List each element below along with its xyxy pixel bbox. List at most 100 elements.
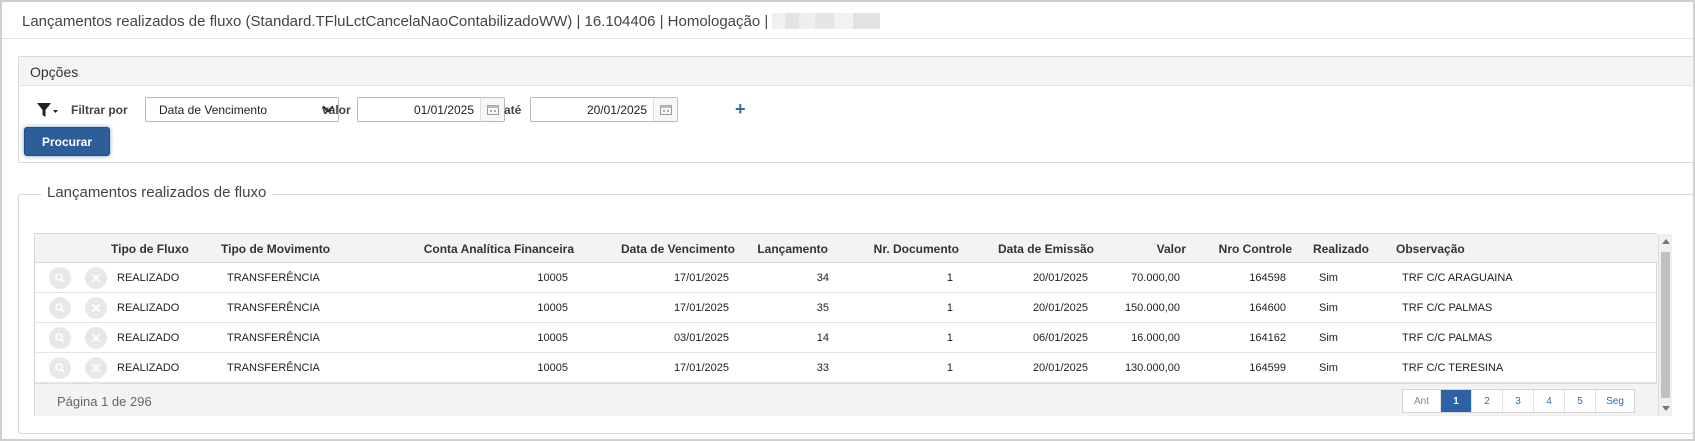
col-header-data-vencimento[interactable]: Data de Vencimento (621, 242, 735, 256)
filter-field-select[interactable]: Data de Vencimento (145, 97, 339, 122)
cancel-x-icon[interactable] (85, 267, 107, 289)
options-panel-header: Opções (19, 57, 1693, 86)
cell-valor: 16.000,00 (1131, 332, 1180, 344)
cell-lancamento: 14 (816, 332, 829, 344)
cell-nro-controle: 164162 (1249, 332, 1286, 344)
col-header-nr-documento[interactable]: Nr. Documento (874, 242, 959, 256)
cell-data-emissao: 20/01/2025 (1032, 302, 1088, 314)
col-header-data-emissao[interactable]: Data de Emissão (998, 242, 1094, 256)
col-header-observacao[interactable]: Observação (1396, 242, 1465, 256)
cell-valor: 150.000,00 (1124, 302, 1180, 314)
col-header-conta-analitica[interactable]: Conta Analítica Financeira (424, 242, 574, 256)
cell-valor: 70.000,00 (1131, 272, 1180, 284)
pager-page-4[interactable]: 4 (1534, 390, 1565, 412)
cell-data-vencimento: 03/01/2025 (673, 332, 729, 344)
cell-realizado: Sim (1319, 332, 1338, 344)
cell-tipo-fluxo: REALIZADO (117, 302, 180, 314)
cell-nr-documento: 1 (946, 302, 953, 314)
pager-page-5[interactable]: 5 (1565, 390, 1596, 412)
results-grid: Tipo de Fluxo Tipo de Movimento Conta An… (34, 233, 1672, 416)
table-row[interactable]: REALIZADO TRANSFERÊNCIA 10005 17/01/2025… (35, 353, 1658, 383)
cell-lancamento: 35 (816, 302, 829, 314)
cell-nr-documento: 1 (946, 332, 953, 344)
redacted-environment-user (772, 13, 881, 29)
cell-realizado: Sim (1319, 302, 1338, 314)
scroll-down-arrow-icon[interactable] (1662, 406, 1670, 411)
grid-vertical-scrollbar[interactable] (1658, 234, 1672, 416)
results-fieldset: Lançamentos realizados de fluxo Tipo de … (18, 184, 1694, 434)
page-info: Página 1 de 296 (57, 394, 152, 409)
cell-nro-controle: 164600 (1249, 302, 1286, 314)
cell-tipo-movimento: TRANSFERÊNCIA (227, 272, 320, 284)
cell-nro-controle: 164598 (1249, 272, 1286, 284)
cell-tipo-fluxo: REALIZADO (117, 332, 180, 344)
date-to-input[interactable]: 20/01/2025 (530, 97, 678, 122)
cell-data-emissao: 06/01/2025 (1032, 332, 1088, 344)
pager-page-1[interactable]: 1 (1441, 390, 1472, 412)
view-magnifier-icon[interactable] (49, 327, 71, 349)
cell-conta-analitica: 10005 (537, 272, 568, 284)
cell-data-vencimento: 17/01/2025 (673, 272, 729, 284)
filter-by-label: Filtrar por (71, 103, 128, 117)
cell-data-emissao: 20/01/2025 (1032, 362, 1088, 374)
col-header-lancamento[interactable]: Lançamento (757, 242, 828, 256)
col-header-tipo-movimento[interactable]: Tipo de Movimento (221, 242, 330, 256)
cell-observacao: TRF C/C PALMAS (1402, 332, 1493, 344)
cell-tipo-fluxo: REALIZADO (117, 272, 180, 284)
cell-data-emissao: 20/01/2025 (1032, 272, 1088, 284)
table-row[interactable]: REALIZADO TRANSFERÊNCIA 10005 17/01/2025… (35, 263, 1658, 293)
view-magnifier-icon[interactable] (49, 267, 71, 289)
value-label: valor (322, 103, 351, 117)
cancel-x-icon[interactable] (85, 327, 107, 349)
calendar-icon[interactable] (480, 98, 504, 121)
cell-observacao: TRF C/C ARAGUAINA (1402, 272, 1513, 284)
calendar-icon[interactable] (653, 98, 677, 121)
cell-tipo-movimento: TRANSFERÊNCIA (227, 302, 320, 314)
cell-valor: 130.000,00 (1124, 362, 1180, 374)
options-panel: Opções Filtrar por Data de Vencimento va… (18, 56, 1694, 163)
cancel-x-icon[interactable] (85, 357, 107, 379)
scroll-up-arrow-icon[interactable] (1662, 239, 1670, 244)
results-legend: Lançamentos realizados de fluxo (41, 184, 273, 201)
date-from-value: 01/01/2025 (413, 103, 474, 117)
cell-nro-controle: 164599 (1249, 362, 1286, 374)
pager-next-button[interactable]: Seg (1596, 390, 1634, 412)
cell-lancamento: 34 (816, 272, 829, 284)
cancel-x-icon[interactable] (85, 297, 107, 319)
filter-funnel-icon[interactable] (36, 101, 60, 121)
cell-data-vencimento: 17/01/2025 (673, 362, 729, 374)
col-header-valor[interactable]: Valor (1157, 242, 1186, 256)
col-header-nro-controle[interactable]: Nro Controle (1219, 242, 1292, 256)
cell-lancamento: 33 (816, 362, 829, 374)
col-header-realizado[interactable]: Realizado (1313, 242, 1369, 256)
col-header-tipo-fluxo[interactable]: Tipo de Fluxo (111, 242, 189, 256)
table-row[interactable]: REALIZADO TRANSFERÊNCIA 10005 03/01/2025… (35, 323, 1658, 353)
cell-data-vencimento: 17/01/2025 (673, 302, 729, 314)
filter-field-selected-value: Data de Vencimento (159, 103, 268, 117)
table-row[interactable]: REALIZADO TRANSFERÊNCIA 10005 17/01/2025… (35, 293, 1658, 323)
grid-rows: REALIZADO TRANSFERÊNCIA 10005 17/01/2025… (35, 263, 1658, 383)
until-label: até (504, 103, 522, 117)
cell-conta-analitica: 10005 (537, 362, 568, 374)
view-magnifier-icon[interactable] (49, 357, 71, 379)
cell-realizado: Sim (1319, 362, 1338, 374)
pager-page-2[interactable]: 2 (1472, 390, 1503, 412)
filter-row: Filtrar por Data de Vencimento valor 01/… (19, 97, 1693, 123)
cell-nr-documento: 1 (946, 272, 953, 284)
pager-prev-button[interactable]: Ant (1403, 390, 1441, 412)
grid-header: Tipo de Fluxo Tipo de Movimento Conta An… (35, 234, 1658, 263)
cell-conta-analitica: 10005 (537, 332, 568, 344)
date-to-value: 20/01/2025 (586, 103, 647, 117)
cell-observacao: TRF C/C PALMAS (1402, 302, 1493, 314)
scrollbar-thumb[interactable] (1661, 252, 1670, 398)
grid-footer: Página 1 de 296 Ant 1 2 3 4 5 Seg (35, 383, 1658, 416)
date-from-input[interactable]: 01/01/2025 (357, 97, 505, 122)
window-title: Lançamentos realizados de fluxo (Standar… (22, 13, 769, 30)
add-filter-plus-icon[interactable]: + (735, 99, 746, 120)
cell-conta-analitica: 10005 (537, 302, 568, 314)
search-button[interactable]: Procurar (24, 127, 110, 156)
view-magnifier-icon[interactable] (49, 297, 71, 319)
cell-tipo-fluxo: REALIZADO (117, 362, 180, 374)
cell-tipo-movimento: TRANSFERÊNCIA (227, 332, 320, 344)
pager-page-3[interactable]: 3 (1503, 390, 1534, 412)
